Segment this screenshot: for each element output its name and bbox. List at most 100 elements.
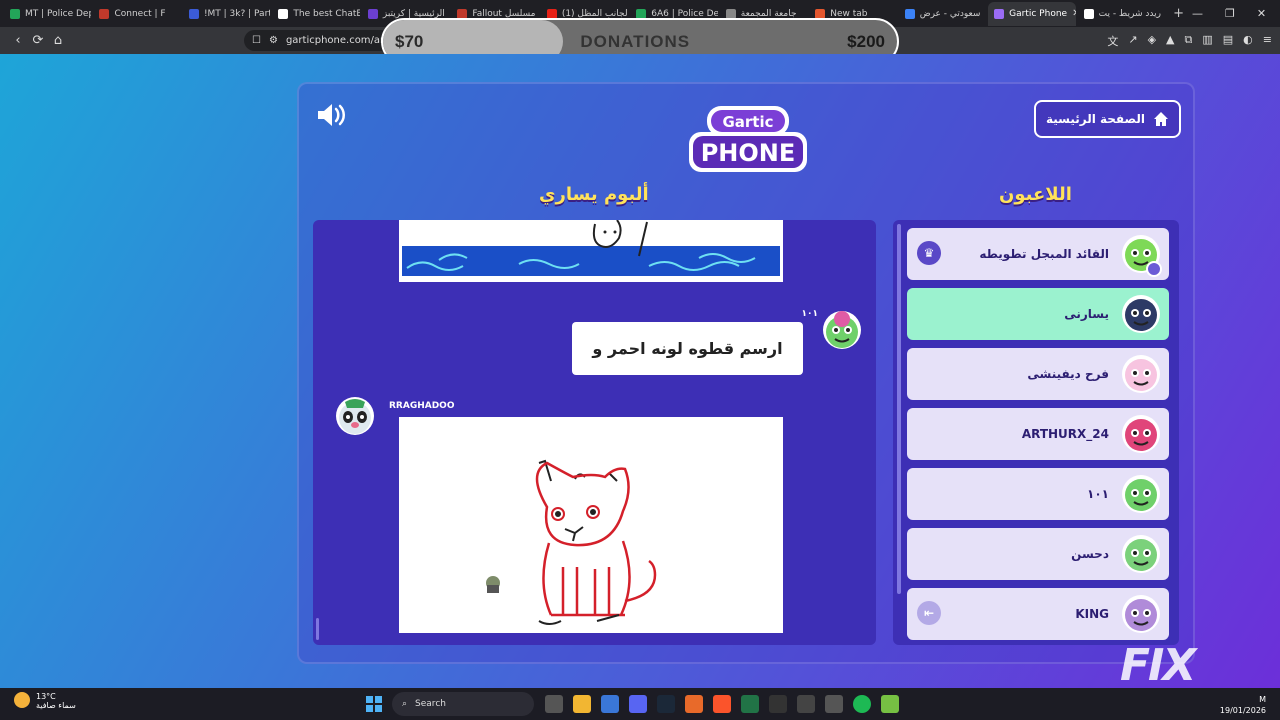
wallet-icon[interactable]: ▤ (1223, 33, 1233, 49)
tab-title: 6A6 | Police De (651, 8, 718, 19)
file-explorer-icon[interactable] (573, 695, 591, 713)
album-feed[interactable]: ١٠١ ارسم قطوه لونه احمر و RRAGHADOO (313, 220, 876, 645)
taskbar-search[interactable]: ⌕ Search (392, 692, 534, 716)
player-name: دحسن (1071, 547, 1109, 561)
message-avatar (823, 311, 861, 349)
album-panel: الصفحة الرئيسية Gartic PHONE ألبوم يساري… (297, 82, 1195, 664)
game-page: الصفحة الرئيسية Gartic PHONE ألبوم يساري… (0, 54, 1280, 688)
tab-title: Connect | F (114, 8, 166, 19)
clock-time: M (1259, 695, 1266, 704)
message-text: ارسم قطوه لونه احمر و (572, 322, 803, 375)
site-info-icon[interactable]: ⚙ (269, 35, 278, 46)
player-avatar (1122, 295, 1160, 333)
tab-title: The best ChatB (293, 8, 360, 19)
search-label: Search (415, 699, 446, 709)
speaker-icon[interactable] (315, 100, 349, 130)
logo-top-text: Gartic (722, 113, 773, 131)
donation-goal: $200 (847, 31, 885, 51)
share-icon[interactable]: ↗ (1128, 33, 1137, 49)
album-scrollbar[interactable] (316, 618, 319, 640)
tab-favicon-icon (994, 8, 1005, 19)
kick-player-icon[interactable]: ⇤ (917, 601, 941, 625)
discord-icon[interactable] (629, 695, 647, 713)
tab-title: سعودتي - عرض (919, 8, 981, 19)
browser-tab[interactable]: Connect | F (93, 2, 180, 26)
maximize-icon[interactable]: ❐ (1225, 7, 1235, 20)
excel-icon[interactable] (741, 695, 759, 713)
player-avatar (1122, 595, 1160, 633)
windows-start-icon[interactable] (366, 696, 382, 712)
crown-icon: ♛ (917, 241, 941, 265)
store-icon[interactable] (601, 695, 619, 713)
menu-icon[interactable]: ≡ (1263, 33, 1272, 49)
tab-favicon-icon (188, 8, 199, 19)
browser-tab[interactable]: Gartic Phone ✕ (988, 1, 1076, 26)
browser-tab[interactable]: سعودتي - عرض (899, 2, 986, 26)
new-tab-icon[interactable]: + (1167, 6, 1190, 21)
home-icon[interactable]: ⌂ (48, 33, 68, 48)
clock-date: 19/01/2026 (1219, 706, 1266, 715)
player-row: ⇤ KING (907, 588, 1169, 640)
tab-title: Fallout مسلسل (472, 8, 536, 19)
vpn-icon[interactable]: ◐ (1243, 33, 1253, 49)
steam-icon[interactable] (657, 695, 675, 713)
donation-label: DONATIONS (580, 31, 691, 51)
browser-tab[interactable]: The best ChatB (272, 2, 360, 26)
brave-icon[interactable] (713, 695, 731, 713)
player-row: ١٠١ (907, 468, 1169, 520)
obs-icon[interactable] (825, 695, 843, 713)
brave-shield-icon[interactable]: ◈ (1148, 33, 1156, 49)
tab-title: MT | Police Dep (25, 8, 92, 19)
reload-icon[interactable]: ⟳ (28, 33, 48, 48)
system-tray[interactable]: M 19/01/2026 (1220, 694, 1266, 716)
players-title: اللاعبون (999, 184, 1072, 205)
player-name: ARTHURX_24 (1021, 427, 1109, 441)
app-icon-2[interactable] (881, 695, 899, 713)
browser-tab[interactable]: !MT | 3k? | Partn (183, 2, 270, 26)
player-avatar (1122, 415, 1160, 453)
player-row: يسارنى (907, 288, 1169, 340)
player-row: دحسن (907, 528, 1169, 580)
tab-favicon-icon (636, 8, 647, 19)
player-row: ARTHURX_24 (907, 408, 1169, 460)
sun-icon (14, 692, 30, 708)
tab-favicon-icon (725, 8, 736, 19)
weather-widget[interactable]: 13°C سماء صافية (14, 692, 76, 710)
tab-favicon-icon (815, 8, 826, 19)
spotify-icon[interactable] (853, 695, 871, 713)
tab-title: الرئيسية | كريتبز (382, 8, 445, 19)
home-button[interactable]: الصفحة الرئيسية (1033, 100, 1181, 138)
player-name: فرح ديفينشى (1027, 367, 1109, 381)
task-view-icon[interactable] (545, 695, 563, 713)
rewards-icon[interactable]: ▲ (1166, 33, 1174, 49)
tab-favicon-icon (457, 8, 468, 19)
text-message: ١٠١ ارسم قطوه لونه احمر و (572, 309, 862, 378)
back-icon[interactable]: ‹ (8, 33, 28, 48)
url-text: garticphone.com/ar/ (285, 35, 388, 46)
terminal-icon[interactable] (797, 695, 815, 713)
browser-tab[interactable]: ريدد شريط - يت (1078, 2, 1165, 26)
sidebar-icon[interactable]: ▥ (1202, 33, 1212, 49)
browser-tab[interactable]: MT | Police Dep (4, 2, 91, 26)
player-avatar (1122, 475, 1160, 513)
tab-title: جامعة المجمعة (740, 8, 797, 19)
close-tab-icon[interactable]: ✕ (1072, 8, 1076, 19)
capcut-icon[interactable] (769, 695, 787, 713)
tab-favicon-icon (1083, 8, 1094, 19)
player-row: فرح ديفينشى (907, 348, 1169, 400)
extensions-icon[interactable]: ⧉ (1185, 33, 1193, 49)
app-icon[interactable] (685, 695, 703, 713)
tab-favicon-icon (904, 8, 915, 19)
players-scrollbar[interactable] (897, 224, 901, 594)
minimize-icon[interactable]: — (1192, 7, 1203, 20)
tab-title: New tab (830, 8, 868, 19)
player-name: القائد المبجل تطويطه (979, 247, 1109, 261)
tab-title: (1) الجانب المظل (561, 8, 629, 19)
drawing-author-avatar (336, 397, 374, 435)
close-window-icon[interactable]: ✕ (1257, 7, 1266, 20)
donation-current: $70 (395, 31, 424, 51)
translate-icon[interactable]: 文 (1107, 33, 1118, 49)
previous-drawing (399, 220, 783, 282)
bookmark-icon[interactable]: ☐ (252, 35, 261, 46)
tab-favicon-icon (99, 8, 110, 19)
